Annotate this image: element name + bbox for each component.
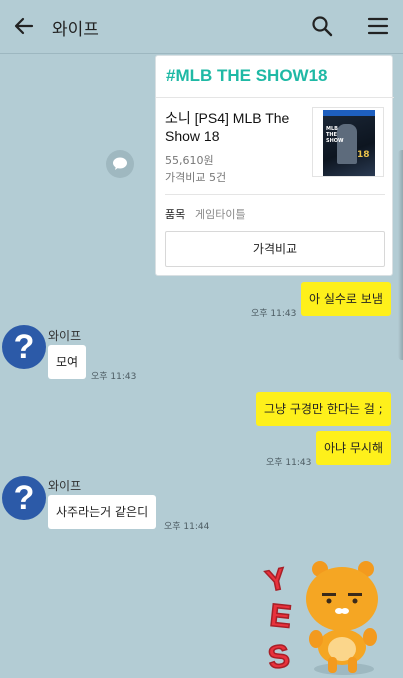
sender-name: 와이프 xyxy=(48,479,82,493)
ryan-yes-sticker[interactable]: Y E S xyxy=(262,557,392,678)
my-message-bubble[interactable]: 그냥 구경만 한다는 걸 ; xyxy=(256,392,391,426)
svg-text:S: S xyxy=(266,637,292,676)
ps4-banner xyxy=(323,110,375,116)
share-button[interactable] xyxy=(106,150,134,178)
my-message-bubble[interactable]: 아냐 무시해 xyxy=(316,431,392,465)
category-value: 게임타이틀 xyxy=(195,208,246,221)
card-divider xyxy=(156,97,394,98)
product-price: 55,610원 xyxy=(165,154,214,167)
message-time: 오후 11:43 xyxy=(251,309,297,319)
svg-text:Y: Y xyxy=(263,562,289,598)
compare-count: 가격비교 5건 xyxy=(165,171,227,184)
top-bar: 와이프 xyxy=(0,0,403,54)
card-hashtag[interactable]: #MLB THE SHOW18 xyxy=(166,66,328,86)
product-card[interactable]: #MLB THE SHOW18 소니 [PS4] MLB The Show 18… xyxy=(155,55,394,276)
chat-area[interactable]: #MLB THE SHOW18 소니 [PS4] MLB The Show 18… xyxy=(0,55,403,678)
product-cover-image[interactable]: MLB THE SHOW 18 xyxy=(312,107,384,177)
game-number: 18 xyxy=(357,150,370,160)
ryan-character xyxy=(306,561,378,675)
product-name[interactable]: 소니 [PS4] MLB The Show 18 xyxy=(165,109,305,145)
search-icon[interactable] xyxy=(310,14,334,38)
my-message-bubble[interactable]: 아 실수로 보냄 xyxy=(301,282,391,316)
category-label: 품목 xyxy=(165,208,186,221)
avatar[interactable]: ? xyxy=(2,476,46,520)
message-time: 오후 11:43 xyxy=(266,458,312,468)
chat-title: 와이프 xyxy=(52,20,99,40)
sender-name: 와이프 xyxy=(48,329,82,343)
card-divider xyxy=(165,194,385,195)
menu-icon[interactable] xyxy=(366,14,390,38)
message-time: 오후 11:43 xyxy=(91,372,137,382)
back-arrow-icon[interactable] xyxy=(12,14,36,38)
their-message-bubble[interactable]: 모여 xyxy=(48,345,87,379)
their-message-bubble[interactable]: 사주라는거 같은디 xyxy=(48,495,157,529)
game-logo: MLB THE SHOW xyxy=(326,126,344,144)
game-box-art: MLB THE SHOW 18 xyxy=(323,110,375,176)
compare-price-button[interactable]: 가격비교 xyxy=(165,231,385,267)
yes-letters: Y E S xyxy=(262,561,294,676)
svg-text:E: E xyxy=(268,597,293,635)
scroll-edge[interactable] xyxy=(398,150,403,360)
message-time: 오후 11:44 xyxy=(164,522,210,532)
avatar[interactable]: ? xyxy=(2,325,46,369)
speech-bubble-icon xyxy=(113,157,127,170)
